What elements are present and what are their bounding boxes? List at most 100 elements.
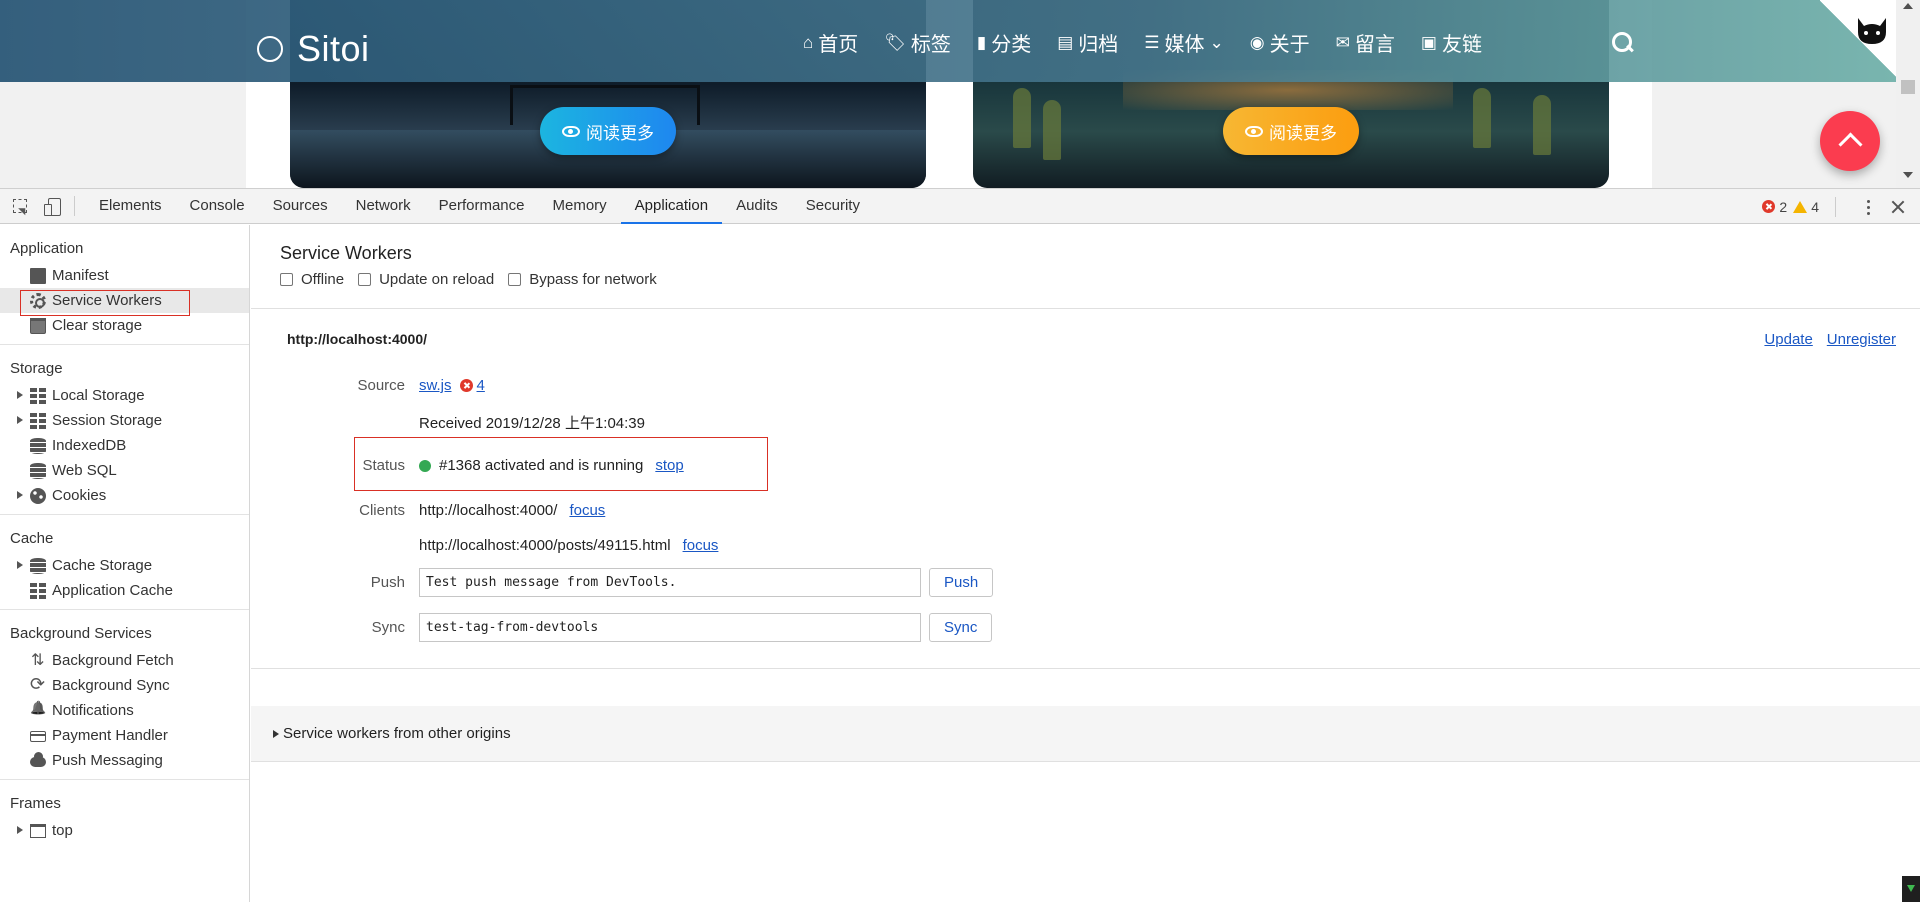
tab-application[interactable]: Application [620,189,723,224]
nav-item-guestbook[interactable]: ✉ 留言 [1336,28,1395,57]
scroll-down-arrow-icon[interactable] [1903,172,1913,178]
tab-memory[interactable]: Memory [539,189,621,223]
update-link[interactable]: Update [1764,331,1812,348]
tab-elements[interactable]: Elements [85,189,176,223]
sidebar-item-indexeddb[interactable]: IndexedDB [0,433,249,458]
github-cat-icon[interactable] [1852,10,1892,50]
sidebar-item-notifications[interactable]: Notifications [0,698,249,723]
error-icon[interactable] [1762,200,1776,213]
nav-item-links[interactable]: ▣ 友链 [1421,28,1482,57]
tab-audits[interactable]: Audits [722,189,792,223]
error-count[interactable]: 2 [1779,199,1787,215]
tab-security[interactable]: Security [792,189,874,223]
checkbox-box[interactable] [358,273,372,286]
cookie-icon [30,487,46,504]
stop-link[interactable]: stop [655,457,683,474]
sidebar-item-payment-handler[interactable]: Payment Handler [0,723,249,748]
inspect-element-icon[interactable] [10,195,32,217]
sidebar-item-manifest[interactable]: Manifest [0,263,249,288]
read-more-button-1[interactable]: 阅读更多 [540,107,676,155]
nav-label: 首页 [818,34,859,56]
tab-sources[interactable]: Sources [259,189,342,223]
other-origins-toggle[interactable]: Service workers from other origins [251,706,1920,762]
sidebar-item-background-fetch[interactable]: Background Fetch [0,648,249,673]
source-error-count-link[interactable]: 4 [477,377,485,394]
focus-link[interactable]: focus [683,537,719,554]
sync-icon [30,674,46,695]
bypass-for-network-checkbox[interactable]: Bypass for network [508,271,657,288]
tab-performance[interactable]: Performance [425,189,539,223]
unregister-link[interactable]: Unregister [1827,331,1896,348]
site-brand[interactable]: Sitoi [257,28,370,70]
sidebar-item-local-storage[interactable]: Local Storage [0,383,249,408]
client-url: http://localhost:4000/posts/49115.html [419,537,671,554]
expand-arrow-icon[interactable] [17,491,23,499]
read-more-label: 阅读更多 [586,123,654,143]
clients-row-2: http://localhost:4000/posts/49115.html f… [251,537,718,554]
expand-arrow-icon[interactable] [273,729,279,738]
nav-item-about[interactable]: ◉ 关于 [1250,28,1310,57]
received-timestamp: Received 2019/12/28 上午1:04:39 [419,415,645,432]
search-icon[interactable] [1612,32,1634,54]
tab-network[interactable]: Network [342,189,425,223]
expand-arrow-icon[interactable] [17,391,23,399]
warning-count[interactable]: 4 [1811,199,1819,215]
back-to-top-button[interactable] [1820,111,1880,171]
sidebar-item-label: Cookies [52,487,107,504]
checkbox-box[interactable] [508,273,522,286]
checkbox-box[interactable] [280,273,293,286]
scroll-up-arrow-icon[interactable] [1903,3,1913,9]
sidebar-item-label: Background Sync [52,677,170,694]
expand-arrow-icon[interactable] [17,416,23,424]
download-indicator-icon[interactable] [1902,876,1920,902]
source-row: Source sw.js 4 [251,377,485,394]
application-sidebar: Application Manifest Service Workers Cle… [0,225,250,902]
update-on-reload-checkbox[interactable]: Update on reload [358,271,494,288]
focus-link[interactable]: focus [569,502,605,519]
sidebar-item-application-cache[interactable]: Application Cache [0,578,249,603]
close-devtools-icon[interactable] [1888,197,1908,217]
push-button[interactable]: Push [929,568,994,597]
source-file-link[interactable]: sw.js [419,377,452,394]
sidebar-item-session-storage[interactable]: Session Storage [0,408,249,433]
more-options-icon[interactable] [1858,197,1878,217]
sidebar-item-label: Session Storage [52,412,163,429]
nav-item-home[interactable]: ⌂ 首页 [803,28,858,57]
expand-arrow-icon[interactable] [17,561,23,569]
sync-row: Sync test-tag-from-devtools Sync [251,613,993,642]
warning-icon[interactable] [1793,200,1808,213]
sync-button[interactable]: Sync [929,613,993,642]
scroll-thumb[interactable] [1901,80,1915,94]
sidebar-item-frame-top[interactable]: top [0,818,249,843]
card-image-figure [1043,100,1061,160]
push-message-input[interactable]: Test push message from DevTools. [419,568,921,597]
nav-item-tags[interactable]: 🏷 标签 [884,28,951,57]
sidebar-item-clear-storage[interactable]: Clear storage [0,313,249,338]
site-scrollbar[interactable] [1896,0,1920,188]
sidebar-item-cache-storage[interactable]: Cache Storage [0,553,249,578]
client-entry: http://localhost:4000/ focus [419,502,605,519]
sidebar-item-background-sync[interactable]: Background Sync [0,673,249,698]
nav-item-archive[interactable]: ▤ 归档 [1057,28,1118,57]
credit-card-icon [30,731,46,742]
read-more-button-2[interactable]: 阅读更多 [1223,107,1359,155]
nav-item-media[interactable]: ☰ 媒体 ⌄ [1144,28,1224,57]
expand-arrow-icon[interactable] [17,826,23,834]
sync-tag-input[interactable]: test-tag-from-devtools [419,613,921,642]
sidebar-item-label: Web SQL [52,462,117,479]
sidebar-item-web-sql[interactable]: Web SQL [0,458,249,483]
offline-checkbox[interactable]: Offline [280,271,344,288]
sidebar-item-label: Clear storage [52,317,143,334]
sidebar-item-service-workers[interactable]: Service Workers [0,288,249,313]
sidebar-item-push-messaging[interactable]: Push Messaging [0,748,249,773]
nav-item-categories[interactable]: ▮ 分类 [977,28,1031,57]
device-toolbar-icon[interactable] [42,195,64,217]
push-label: Push [370,574,405,591]
push-row: Push Test push message from DevTools. Pu… [251,568,994,597]
sidebar-item-label: Cache Storage [52,557,153,574]
chevron-down-icon: ⌄ [1209,33,1224,52]
checkbox-label: Update on reload [379,271,495,288]
sidebar-item-cookies[interactable]: Cookies [0,483,249,508]
tab-console[interactable]: Console [176,189,259,223]
sidebar-item-label: Local Storage [52,387,145,404]
